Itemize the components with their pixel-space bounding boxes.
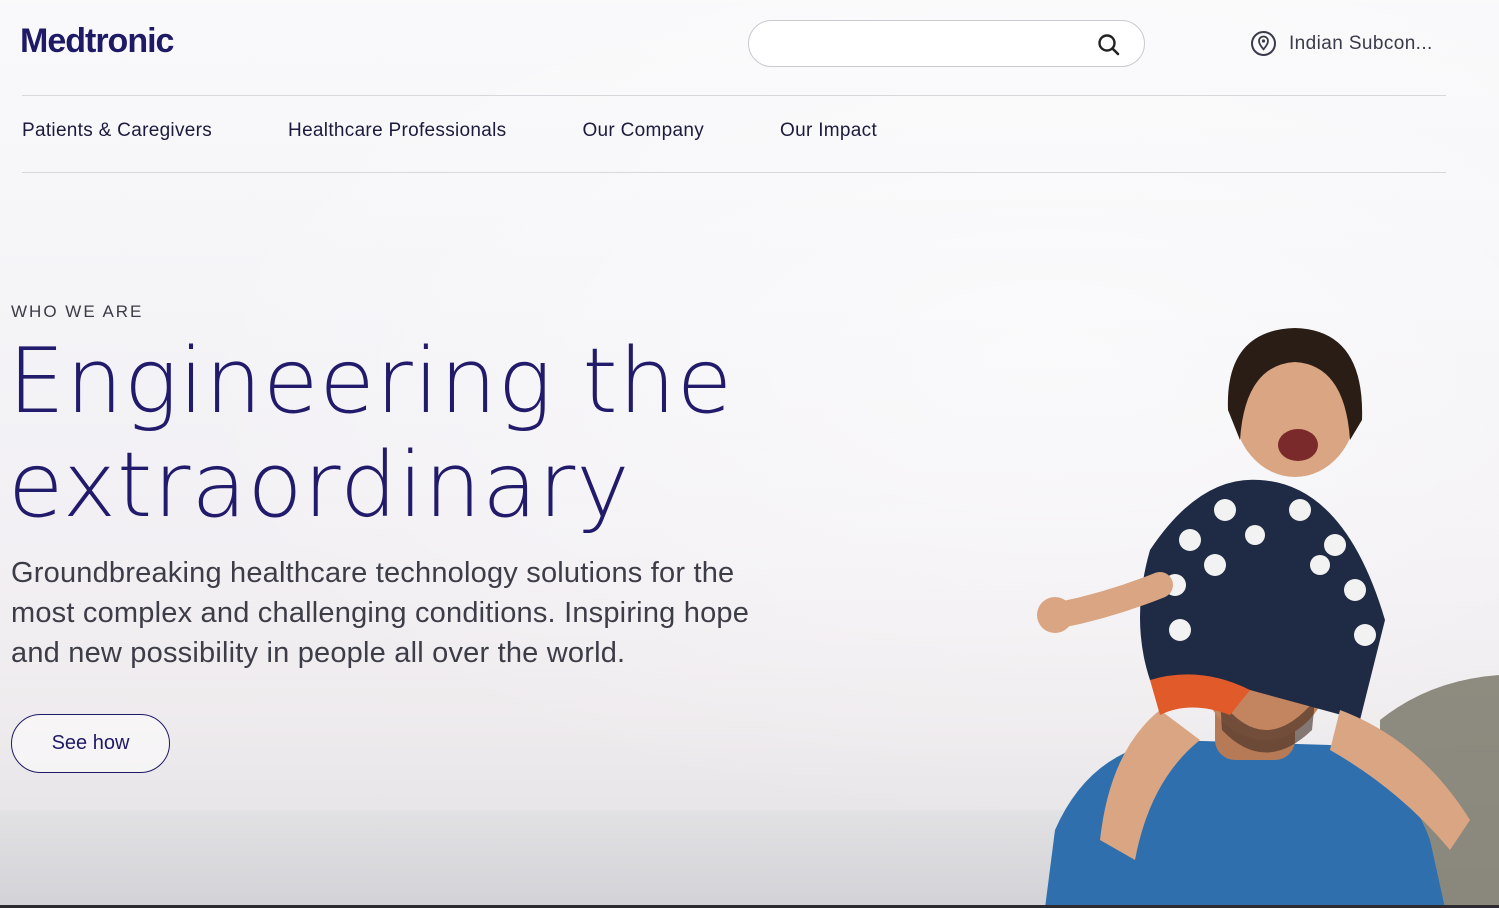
see-how-button[interactable]: See how: [11, 714, 170, 773]
main-nav: Patients & Caregivers Healthcare Profess…: [22, 120, 953, 142]
headline-line-2: extraordinary: [8, 433, 631, 538]
medtronic-logo[interactable]: Medtronic: [20, 22, 174, 61]
search-input[interactable]: [769, 31, 1093, 59]
sea-backdrop: [0, 810, 1100, 908]
location-pin-icon: [1251, 31, 1276, 56]
search-icon[interactable]: [1096, 32, 1122, 58]
headline-line-1: Engineering the: [8, 329, 734, 434]
nav-item-patients-caregivers[interactable]: Patients & Caregivers: [22, 120, 212, 142]
region-selector[interactable]: Indian Subcon...: [1250, 30, 1433, 57]
region-label: Indian Subcon...: [1289, 32, 1433, 54]
nav-divider: [22, 172, 1446, 173]
nav-item-our-company[interactable]: Our Company: [582, 120, 704, 142]
header-divider: [22, 95, 1446, 96]
search-box[interactable]: [748, 20, 1145, 67]
hero-subcopy: Groundbreaking healthcare technology sol…: [11, 557, 750, 669]
hero-headline: Engineering the extraordinary: [8, 330, 733, 538]
hero-eyebrow: WHO WE ARE: [11, 302, 144, 321]
nav-item-healthcare-professionals[interactable]: Healthcare Professionals: [288, 120, 506, 142]
hero-photo: [1037, 328, 1499, 908]
nav-item-our-impact[interactable]: Our Impact: [780, 120, 877, 142]
